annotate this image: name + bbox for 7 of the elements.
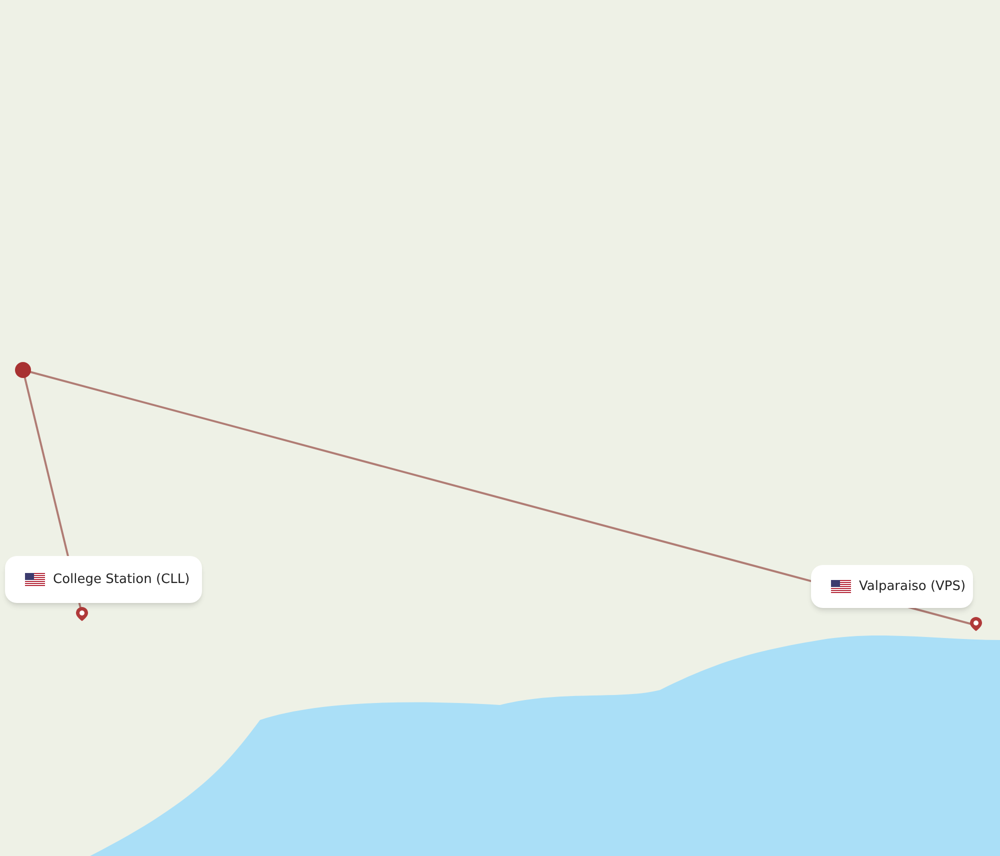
airport-label: College Station (CLL): [53, 570, 190, 589]
city-dot-icon: [15, 362, 31, 378]
flag-icon: [831, 580, 851, 594]
map-pin-icon: [75, 606, 89, 622]
airport-label: Valparaiso (VPS): [859, 578, 966, 596]
flag-icon: [25, 572, 45, 586]
map-pin-icon: [969, 616, 983, 632]
